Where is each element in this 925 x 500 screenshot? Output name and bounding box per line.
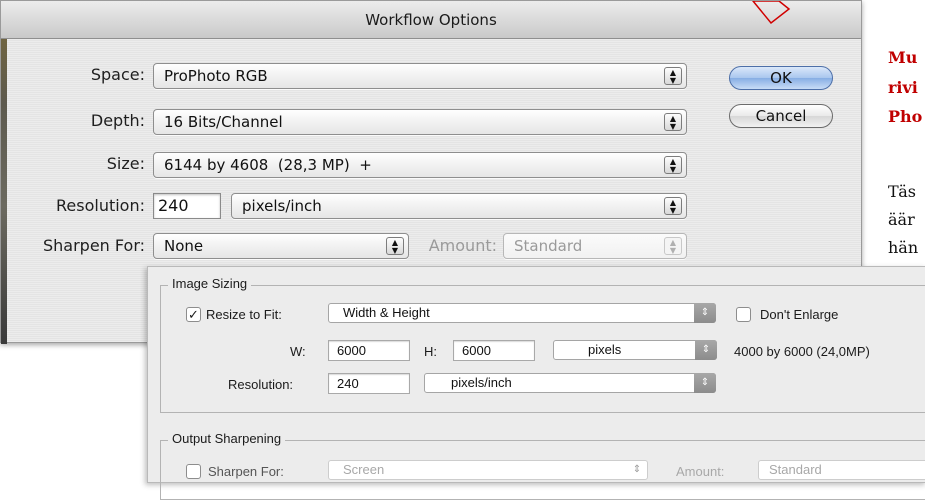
space-select[interactable]: ProPhoto RGB ▲ ▼ — [153, 63, 687, 89]
updown-arrows-icon: ▲ ▼ — [664, 197, 682, 215]
amount-label: Amount: — [428, 236, 497, 255]
height-field[interactable]: 6000 — [453, 340, 535, 361]
dont-enlarge-checkbox[interactable] — [736, 307, 751, 322]
resize-mode-select[interactable]: Width & Height ⇕ — [328, 303, 716, 323]
image-sizing-panel: Image Sizing ✓ Resize to Fit: Width & He… — [147, 266, 925, 500]
space-value: ProPhoto RGB — [164, 67, 268, 85]
red-arrow-icon — [752, 1, 791, 25]
resize-to-fit-label: Resize to Fit: — [206, 307, 282, 322]
amount-label: Amount: — [676, 464, 725, 479]
updown-arrows-icon: ⇕ — [632, 464, 642, 475]
doc-body-line-3: hän — [888, 238, 919, 257]
resolution-unit-value: pixels/inch — [242, 197, 322, 215]
doc-body-line-2: äär — [888, 210, 915, 229]
resolution-label: Resolution: — [56, 196, 145, 215]
updown-arrows-icon: ▲ ▼ — [664, 113, 682, 131]
resize-mode-value: Width & Height — [343, 305, 430, 320]
depth-label: Depth: — [90, 111, 145, 130]
dimension-info: 4000 by 6000 (24,0MP) — [734, 344, 870, 359]
size-label: Size: — [106, 154, 145, 173]
updown-arrows-icon: ▲ ▼ — [386, 237, 404, 255]
size-value: 6144 by 4608 (28,3 MP) + — [164, 156, 372, 174]
updown-arrows-icon: ▲ ▼ — [664, 67, 682, 85]
sharpen-for-label: Sharpen For: — [208, 464, 284, 479]
sharpen-for-value: Screen — [343, 462, 385, 477]
width-label: W: — [290, 344, 306, 359]
resolution-label: Resolution: — [228, 377, 294, 392]
space-label: Space: — [90, 65, 145, 84]
sharpen-select[interactable]: None ▲ ▼ — [153, 233, 409, 259]
dialog-title: Workflow Options — [1, 1, 861, 39]
amount-select[interactable]: Standard — [758, 460, 925, 480]
doc-heading-line-3: Pho — [888, 107, 923, 126]
doc-heading-line-2: rivi — [888, 78, 918, 97]
output-sharpening-title: Output Sharpening — [168, 431, 286, 446]
resize-to-fit-checkbox[interactable]: ✓ — [186, 307, 201, 322]
depth-select[interactable]: 16 Bits/Channel ▲ ▼ — [153, 109, 687, 135]
ok-button[interactable]: OK — [729, 66, 833, 90]
doc-heading-line-1: Mu — [888, 48, 918, 67]
resolution-unit-select[interactable]: pixels/inch ▲ ▼ — [231, 193, 687, 219]
depth-value: 16 Bits/Channel — [164, 113, 283, 131]
doc-body-line-1: Täs — [888, 182, 916, 201]
sharpen-for-select[interactable]: Screen ⇕ — [328, 460, 648, 480]
sharpen-value: None — [164, 237, 204, 255]
amount-value: Standard — [514, 237, 583, 255]
height-label: H: — [424, 344, 437, 359]
window-edge — [1, 1, 7, 344]
sharpen-label: Sharpen For: — [42, 236, 145, 255]
updown-arrows-icon: ⇕ — [695, 340, 717, 360]
amount-value: Standard — [769, 462, 822, 477]
resolution-unit-value: pixels/inch — [451, 375, 512, 390]
size-unit-value: pixels — [588, 342, 622, 357]
cancel-button[interactable]: Cancel — [729, 104, 833, 128]
amount-select[interactable]: Standard ▲ ▼ — [503, 233, 687, 259]
updown-arrows-icon: ⇕ — [694, 303, 716, 323]
updown-arrows-icon: ▲ ▼ — [664, 237, 682, 255]
sharpen-for-checkbox[interactable] — [186, 464, 201, 479]
width-field[interactable]: 6000 — [328, 340, 410, 361]
size-unit-select[interactable]: pixels ⇕ — [553, 340, 717, 360]
resolution-unit-select[interactable]: pixels/inch ⇕ — [424, 373, 716, 393]
updown-arrows-icon: ▲ ▼ — [664, 156, 682, 174]
resolution-field[interactable]: 240 — [153, 193, 221, 219]
size-select[interactable]: 6144 by 4608 (28,3 MP) + ▲ ▼ — [153, 152, 687, 178]
updown-arrows-icon: ⇕ — [694, 373, 716, 393]
resolution-field[interactable]: 240 — [328, 373, 410, 394]
dont-enlarge-label: Don't Enlarge — [760, 307, 839, 322]
image-sizing-title: Image Sizing — [168, 276, 252, 291]
